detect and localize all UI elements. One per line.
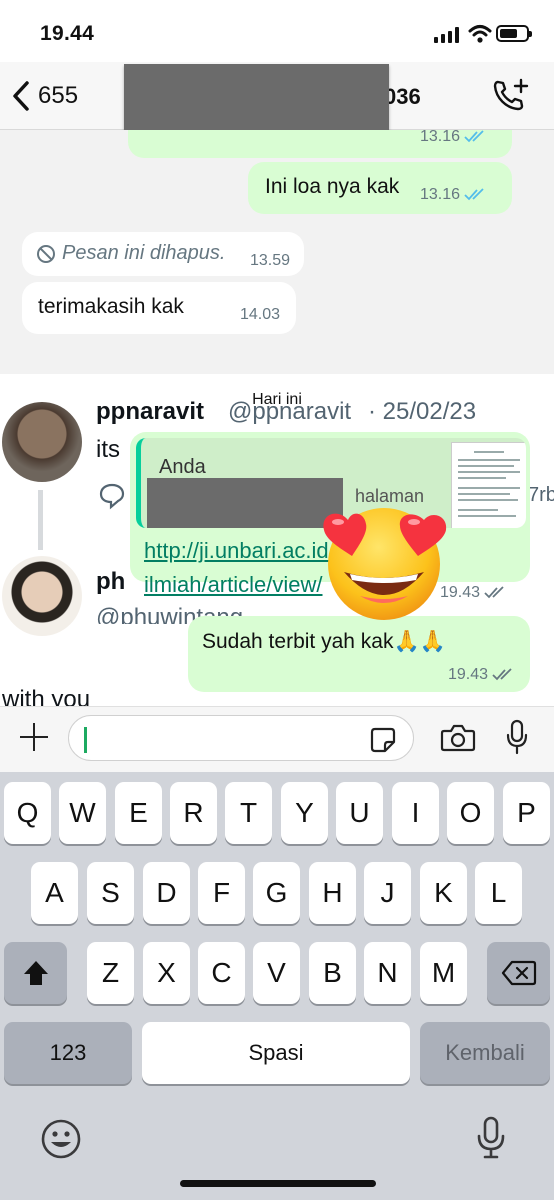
microphone-icon[interactable] xyxy=(506,719,528,755)
back-button[interactable]: 655 xyxy=(10,76,78,116)
plus-icon[interactable] xyxy=(18,721,50,753)
return-key[interactable]: Kembali xyxy=(420,1022,550,1084)
key-o[interactable]: O xyxy=(447,782,494,844)
message-outgoing[interactable]: Sudah terbit yah kak🙏🙏 19.43 xyxy=(188,616,530,692)
message-deleted[interactable]: Pesan ini dihapus. 13.59 xyxy=(22,232,304,276)
camera-icon[interactable] xyxy=(440,723,476,753)
article-link[interactable]: ilmiah/article/view/ xyxy=(144,572,323,598)
unread-count: 655 xyxy=(38,82,79,109)
message-text: terimakasih kak xyxy=(38,295,184,318)
reply-icon xyxy=(99,483,125,510)
blocked-icon xyxy=(37,245,55,263)
read-receipt-icon xyxy=(464,188,484,201)
key-i[interactable]: I xyxy=(392,782,439,844)
key-g[interactable]: G xyxy=(253,862,300,924)
quoted-author: Anda xyxy=(159,456,206,478)
key-k[interactable]: K xyxy=(420,862,467,924)
tweet-author-name: ppnaravit xyxy=(96,398,205,425)
space-key[interactable]: Spasi xyxy=(142,1022,410,1084)
redaction-box xyxy=(124,64,389,132)
key-n[interactable]: N xyxy=(364,942,411,1004)
message-outgoing[interactable]: Ini loa nya kak 13.16 xyxy=(248,162,512,214)
message-input-bar xyxy=(0,706,554,772)
key-d[interactable]: D xyxy=(143,862,190,924)
key-u[interactable]: U xyxy=(336,782,383,844)
key-r[interactable]: R xyxy=(170,782,217,844)
dictation-icon[interactable] xyxy=(476,1116,506,1160)
status-time: 19.44 xyxy=(40,22,95,45)
message-text: Sudah terbit yah kak🙏🙏 xyxy=(202,630,446,653)
tweet-date: · 25/02/23 xyxy=(368,398,477,425)
status-bar: 19.44 xyxy=(0,0,554,62)
key-s[interactable]: S xyxy=(87,862,134,924)
key-b[interactable]: B xyxy=(309,942,356,1004)
backspace-key[interactable] xyxy=(487,942,550,1004)
battery-icon xyxy=(496,25,532,42)
shift-key[interactable] xyxy=(4,942,67,1004)
wifi-icon xyxy=(468,25,492,43)
key-e[interactable]: E xyxy=(115,782,162,844)
tweet-count: 7rb xyxy=(528,484,554,506)
message-time: 14.03 xyxy=(239,306,280,323)
tweet-trailing-text: with you xyxy=(2,686,91,706)
key-t[interactable]: T xyxy=(225,782,272,844)
key-z[interactable]: Z xyxy=(87,942,134,1004)
numbers-key[interactable]: 123 xyxy=(4,1022,132,1084)
tweet-text: its xyxy=(96,436,120,463)
key-f[interactable]: F xyxy=(198,862,245,924)
keyboard: Q W E R T Y U I O P A S D F G H J K L Z … xyxy=(0,772,554,1200)
delivered-icon xyxy=(484,586,504,599)
message-text: Pesan ini dihapus. xyxy=(62,242,226,264)
tweet-author-handle: @ppnaravit xyxy=(228,398,352,425)
key-c[interactable]: C xyxy=(198,942,245,1004)
home-indicator xyxy=(180,1180,376,1187)
message-time: 13.16 xyxy=(419,130,460,145)
message-time: 13.16 xyxy=(419,186,460,203)
key-y[interactable]: Y xyxy=(281,782,328,844)
signal-icon xyxy=(434,27,460,43)
key-p[interactable]: P xyxy=(503,782,550,844)
key-h[interactable]: H xyxy=(309,862,356,924)
shift-icon xyxy=(23,961,48,985)
key-j[interactable]: J xyxy=(364,862,411,924)
message-input[interactable] xyxy=(68,715,414,761)
document-thumbnail xyxy=(451,442,526,528)
message-time: 19.43 xyxy=(447,666,488,683)
text-caret xyxy=(84,727,87,753)
message-time: 13.59 xyxy=(249,252,290,269)
read-receipt-icon xyxy=(464,130,484,143)
add-call-icon[interactable] xyxy=(492,78,530,112)
chat-header: 655 036 xyxy=(0,62,554,132)
backspace-icon xyxy=(501,960,536,986)
key-m[interactable]: M xyxy=(420,942,467,1004)
avatar xyxy=(2,402,82,482)
sticker-icon[interactable] xyxy=(369,726,397,754)
emoji-keyboard-icon[interactable] xyxy=(40,1118,82,1160)
key-v[interactable]: V xyxy=(253,942,300,1004)
chevron-left-icon xyxy=(13,81,29,111)
delivered-icon xyxy=(492,668,512,681)
key-l[interactable]: L xyxy=(475,862,522,924)
key-x[interactable]: X xyxy=(143,942,190,1004)
contact-name[interactable]: 036 xyxy=(384,84,421,110)
key-q[interactable]: Q xyxy=(4,782,51,844)
heart-eyes-emoji-icon xyxy=(323,508,447,620)
key-a[interactable]: A xyxy=(31,862,78,924)
key-w[interactable]: W xyxy=(59,782,106,844)
message-text: Ini loa nya kak xyxy=(265,175,400,198)
message-incoming[interactable]: terimakasih kak 14.03 xyxy=(22,282,296,334)
message-outgoing[interactable]: 13.16 xyxy=(128,130,512,158)
